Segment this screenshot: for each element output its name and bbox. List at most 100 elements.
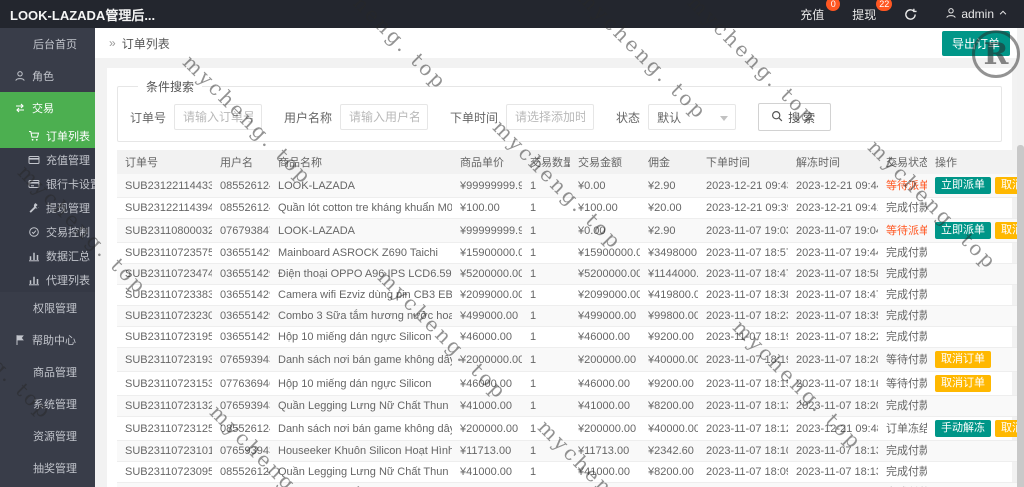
sidebar-item-4[interactable]: 充值管理 <box>0 148 95 172</box>
withdraw-label: 提现 <box>852 7 877 22</box>
chart-icon <box>28 250 40 262</box>
product-cell: Quần đùi nữ ngắn in trầy xước cao cấp <box>270 482 452 487</box>
scrollbar-track <box>1017 28 1024 487</box>
dispatch-now-button[interactable]: 立即派单 <box>935 222 991 239</box>
qty-cell: 1 <box>522 326 570 348</box>
order-time-input[interactable] <box>506 104 595 130</box>
status-badge: 等待付款 <box>886 377 927 390</box>
sidebar-item-11[interactable]: 帮助中心 <box>0 324 95 356</box>
status-cell: 完成付款 <box>878 461 927 483</box>
sidebar-item-14[interactable]: 资源管理 <box>0 420 95 452</box>
order-no-cell: SUB231107231953324 <box>117 326 212 348</box>
sidebar-item-label: 数据汇总 <box>46 251 90 263</box>
sidebar-item-7[interactable]: 交易控制 <box>0 220 95 244</box>
table-header-row: 订单号 用户名 商品名称 商品单价 交易数量 交易金额 佣金 下单时间 解冻时间 交易状态 操作 <box>117 150 1017 174</box>
commission-cell: ¥6600.00 <box>640 482 698 487</box>
commission-cell: ¥20.00 <box>640 197 698 219</box>
status-select[interactable]: 默认 <box>648 104 737 130</box>
sidebar-item-12[interactable]: 商品管理 <box>0 356 95 388</box>
commission-cell: ¥8200.00 <box>640 461 698 483</box>
username-input[interactable] <box>340 104 429 130</box>
sidebar-item-8[interactable]: 数据汇总 <box>0 244 95 268</box>
unfreeze-time-cell: 2023-11-07 18:20:19 <box>788 395 878 417</box>
actions-cell <box>927 284 1017 306</box>
product-cell: Danh sách nơi bán game không dây 7in1 M <box>270 416 452 441</box>
actions-cell: 立即派单取消订单 <box>927 174 1017 198</box>
sidebar-item-label: 交易 <box>32 103 54 115</box>
amount-cell: ¥5200000.00 <box>570 263 640 285</box>
table-row: SUB2312211443372930855261242LOOK-LAZADA¥… <box>117 174 1017 198</box>
sidebar-item-3[interactable]: 订单列表 <box>0 124 95 148</box>
amount-cell: ¥41000.00 <box>570 461 640 483</box>
trade-icon <box>14 102 26 114</box>
status-cell: 完成付款 <box>878 263 927 285</box>
export-orders-button[interactable]: 导出订单 <box>941 30 1010 56</box>
sidebar-item-10[interactable]: 权限管理 <box>0 292 95 324</box>
refresh-icon[interactable] <box>904 8 917 21</box>
product-cell: Quần Legging Lưng Nữ Chất Thun Co Dãn 4 <box>270 461 452 483</box>
qty-cell: 1 <box>522 440 570 462</box>
sidebar-item-6[interactable]: 提现管理 <box>0 196 95 220</box>
cancel-order-button[interactable]: 取消订单 <box>995 420 1017 437</box>
commission-cell: ¥3498000.00 <box>640 242 698 264</box>
person-icon <box>14 70 26 82</box>
commission-cell: ¥99800.00 <box>640 305 698 327</box>
user-cell: 0365514298 <box>212 326 270 348</box>
status-cell: 完成付款 <box>878 242 927 264</box>
cancel-order-button[interactable]: 取消订单 <box>995 177 1017 194</box>
unfreeze-time-cell: 2023-11-07 19:04:29 <box>788 218 878 243</box>
dispatch-now-button[interactable]: 立即派单 <box>935 177 991 194</box>
sidebar-item-0[interactable]: 后台首页 <box>0 28 95 60</box>
column-header-2: 商品名称 <box>270 150 452 174</box>
sidebar-item-label: 帮助中心 <box>32 335 76 347</box>
sidebar-item-label: 角色 <box>32 71 54 83</box>
qty-cell: 1 <box>522 371 570 396</box>
qty-cell: 1 <box>522 347 570 372</box>
user-menu[interactable]: admin <box>945 7 1008 22</box>
price-cell: ¥99999999.99 <box>452 174 522 198</box>
unfreeze-time-cell: 2023-11-07 18:35:07 <box>788 305 878 327</box>
product-cell: Quần Legging Lưng Nữ Chất Thun Co Dãn 4 <box>270 395 452 417</box>
order-time-cell: 2023-11-07 18:12:59 <box>698 416 788 441</box>
user-cell: 0365514298 <box>212 263 270 285</box>
sidebar-item-2[interactable]: 交易 <box>0 92 95 124</box>
qty-cell: 1 <box>522 218 570 243</box>
order-time-cell: 2023-11-07 18:47:43 <box>698 263 788 285</box>
price-cell: ¥5200000.00 <box>452 263 522 285</box>
column-header-6: 佣金 <box>640 150 698 174</box>
sidebar-item-15[interactable]: 抽奖管理 <box>0 452 95 484</box>
product-cell: Hộp 10 miếng dán ngực Silicon <box>270 326 452 348</box>
cancel-order-button[interactable]: 取消订单 <box>995 222 1017 239</box>
order-no-cell: SUB231107231537754 <box>117 371 212 396</box>
sidebar-item-13[interactable]: 系统管理 <box>0 388 95 420</box>
commission-cell: ¥2.90 <box>640 174 698 198</box>
order-no-cell: SUB231107230958700 <box>117 461 212 483</box>
search-button[interactable]: 搜索 <box>758 103 832 131</box>
recharge-link[interactable]: 充值 0 <box>800 0 841 23</box>
qty-cell: 1 <box>522 174 570 198</box>
breadcrumb-separator: » <box>109 36 116 50</box>
cancel-order-button[interactable]: 取消订单 <box>935 351 991 368</box>
order-no-cell: SUB231221143940413 <box>117 197 212 219</box>
sidebar-item-5[interactable]: 银行卡设置 <box>0 172 95 196</box>
order-time-cell: 2023-11-07 19:03:29 <box>698 218 788 243</box>
price-cell: ¥100.00 <box>452 197 522 219</box>
qty-cell: 1 <box>522 482 570 487</box>
cancel-order-button[interactable]: 取消订单 <box>935 375 991 392</box>
user-cell: 0765939439 <box>212 347 270 372</box>
price-cell: ¥499000.00 <box>452 305 522 327</box>
actions-cell <box>927 197 1017 219</box>
manual-unfreeze-button[interactable]: 手动解冻 <box>935 420 991 437</box>
sidebar-item-1[interactable]: 角色 <box>0 60 95 92</box>
wrench-icon <box>28 202 40 214</box>
unfreeze-time-cell: 2023-11-07 18:13:56 <box>788 440 878 462</box>
qty-cell: 1 <box>522 416 570 441</box>
order-time-input-label: 下单时间 <box>450 110 499 125</box>
actions-cell: 取消订单 <box>927 371 1017 396</box>
sidebar-item-9[interactable]: 代理列表 <box>0 268 95 292</box>
status-badge: 完成付款 <box>886 202 927 214</box>
withdraw-link[interactable]: 提现 22 <box>852 0 893 23</box>
unfreeze-time-cell: 2023-11-07 18:47:59 <box>788 284 878 306</box>
order-no-input[interactable] <box>174 104 263 130</box>
scrollbar-thumb[interactable] <box>1017 145 1024 487</box>
